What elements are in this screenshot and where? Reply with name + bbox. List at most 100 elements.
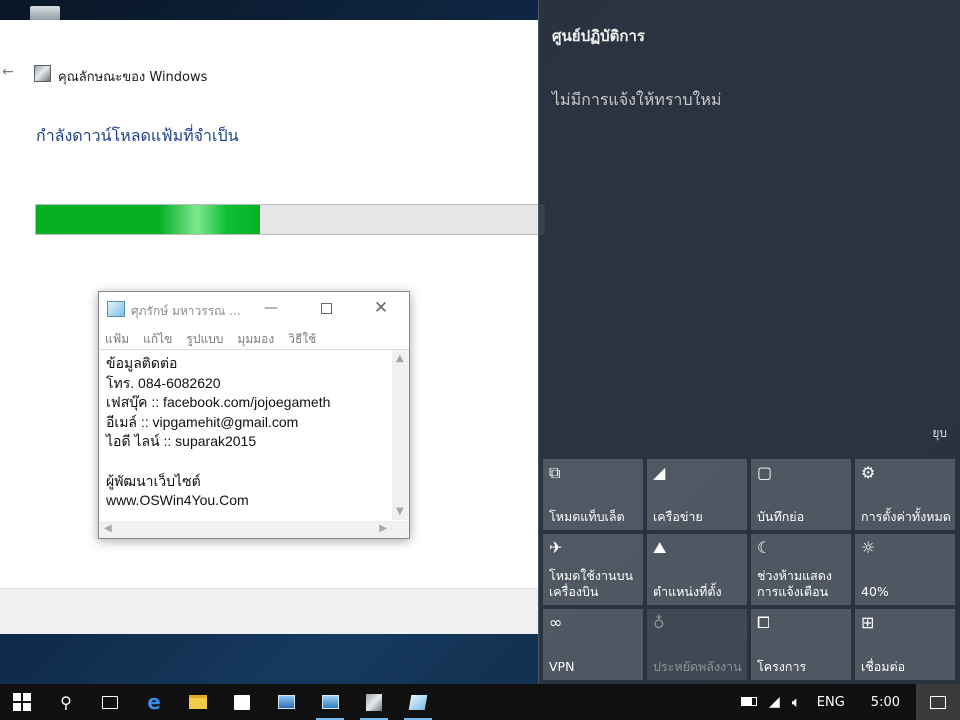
download-heading: กำลังดาวน์โหลดแฟ้มที่จำเป็น	[36, 126, 239, 145]
tile-label: 40%	[861, 584, 889, 599]
search-icon: ⚲	[60, 692, 72, 712]
windows-features-icon	[34, 65, 51, 82]
quick-action-tile[interactable]: ☾ ช่วงห้ามแสดงการแจ้งเตือน	[751, 534, 851, 605]
back-arrow-icon[interactable]: ←	[2, 64, 14, 80]
network-icon: ◢	[653, 463, 666, 482]
volume-icon[interactable]: 🔈︎	[786, 693, 807, 711]
folder-icon	[189, 695, 207, 709]
quick-action-tile[interactable]: ⧠ โครงการ	[751, 609, 851, 680]
task-view-button[interactable]	[88, 684, 132, 720]
search-button[interactable]: ⚲	[44, 684, 88, 720]
progress-fill	[36, 205, 260, 234]
text-line: www.OSWin4You.Com	[106, 492, 249, 509]
tile-label: ประหยัดพลังงาน	[653, 659, 742, 674]
settings-gear-icon: ⚙	[861, 463, 876, 482]
no-notifications-message: ไม่มีการแจ้งให้ทราบใหม่	[552, 90, 722, 109]
control-panel-icon	[321, 695, 339, 709]
edge-button[interactable]: e	[132, 684, 176, 720]
text-line: ข้อมูลติดต่อ	[106, 355, 178, 371]
quick-action-tile[interactable]: ⧉ โหมดแท็บเล็ต	[543, 459, 643, 530]
notepad-titlebar[interactable]: ศุภรักษ์ มหาวรรณ ... — ✕	[99, 292, 409, 325]
text-line: เฟสบุ๊ค :: facebook.com/jojoegameth	[106, 394, 331, 411]
menu-help[interactable]: วิธีใช้	[288, 330, 316, 349]
start-button[interactable]	[0, 684, 44, 720]
minimize-button[interactable]: —	[251, 296, 291, 320]
scrollbar-corner	[392, 521, 409, 538]
text-line	[106, 452, 392, 472]
window-footer	[0, 588, 538, 634]
vertical-scrollbar[interactable]: ▲ ▼	[392, 350, 409, 520]
notepad-taskbar-button[interactable]	[396, 684, 440, 720]
quick-action-tile[interactable]: ♁ ประหยัดพลังงาน	[647, 609, 747, 680]
close-button[interactable]: ✕	[361, 296, 401, 320]
notepad-icon	[107, 301, 125, 317]
text-line: อีเมล์ :: vipgamehit@gmail.com	[106, 413, 299, 430]
notepad-text-area[interactable]: ข้อมูลติดต่อโทร. 084-6082620เฟสบุ๊ค :: f…	[99, 349, 409, 538]
tablet-mode-icon: ⧉	[549, 463, 561, 482]
file-explorer-button[interactable]	[176, 684, 220, 720]
window-title: คุณลักษณะของ Windows	[58, 70, 208, 85]
moon-icon: ☾	[757, 538, 772, 557]
tile-label: บันทึกย่อ	[757, 509, 805, 524]
tile-label: โหมดใช้งานบนเครื่องบิน	[549, 568, 634, 599]
edge-icon: e	[147, 690, 161, 714]
horizontal-scrollbar[interactable]: ◀ ▶	[99, 521, 392, 538]
windows-logo-icon	[13, 693, 31, 711]
windows-features-taskbar-button[interactable]	[352, 684, 396, 720]
tile-label: เชื่อมต่อ	[861, 659, 906, 674]
text-line: ผู้พัฒนาเว็บไซต์	[106, 472, 201, 489]
airplane-icon: ✈	[549, 538, 563, 557]
remote-desktop-button[interactable]	[264, 684, 308, 720]
clock[interactable]: 5:00	[855, 695, 916, 710]
taskbar: ⚲ e ◢ 🔈︎ ENG 5:00	[0, 684, 960, 720]
quick-action-tile[interactable]: ▢ บันทึกย่อ	[751, 459, 851, 530]
collapse-link[interactable]: ยุบ	[932, 424, 947, 443]
task-view-icon	[102, 695, 118, 709]
action-center-panel: ศูนย์ปฏิบัติการ ไม่มีการแจ้งให้ทราบใหม่ …	[538, 0, 960, 684]
tile-label: โครงการ	[757, 659, 807, 674]
tile-label: เครือข่าย	[653, 509, 703, 524]
menu-edit[interactable]: แก้ไข	[143, 330, 172, 349]
notepad-menubar: แฟ้ม แก้ไข รูปแบบ มุมมอง วิธีใช้	[105, 330, 316, 349]
action-center-button[interactable]	[916, 684, 960, 720]
windows-features-taskbar-icon	[366, 693, 382, 711]
quick-action-tile[interactable]: ✈ โหมดใช้งานบนเครื่องบิน	[543, 534, 643, 605]
download-progress-bar	[35, 204, 545, 235]
notification-icon	[930, 695, 946, 709]
project-icon: ⧠	[757, 613, 770, 632]
quick-action-tile[interactable]: ⛰ ตำแหน่งที่ตั้ง	[647, 534, 747, 605]
maximize-button[interactable]	[306, 296, 346, 320]
language-indicator[interactable]: ENG	[807, 695, 855, 710]
scroll-down-icon[interactable]: ▼	[396, 506, 404, 517]
wifi-icon[interactable]: ◢	[763, 694, 786, 710]
tile-label: ช่วงห้ามแสดงการแจ้งเตือน	[757, 568, 833, 599]
store-button[interactable]	[220, 684, 264, 720]
location-icon: ⛰	[653, 538, 667, 557]
text-line: โทร. 084-6082620	[106, 374, 221, 391]
notepad-text[interactable]: ข้อมูลติดต่อโทร. 084-6082620เฟสบุ๊ค :: f…	[106, 354, 392, 511]
store-bag-icon	[234, 694, 250, 710]
quick-action-tile[interactable]: ☼ 40%	[855, 534, 955, 605]
menu-file[interactable]: แฟ้ม	[105, 330, 129, 349]
battery-saver-icon: ♁	[653, 613, 665, 632]
control-panel-taskbar-button[interactable]	[308, 684, 352, 720]
tile-label: VPN	[549, 659, 575, 674]
note-icon: ▢	[757, 463, 773, 482]
vpn-icon: ∞	[549, 613, 563, 632]
menu-format[interactable]: รูปแบบ	[186, 330, 223, 349]
scroll-up-icon[interactable]: ▲	[396, 353, 404, 364]
quick-action-tile[interactable]: ∞ VPN	[543, 609, 643, 680]
scroll-right-icon[interactable]: ▶	[379, 523, 387, 534]
tile-label: ตำแหน่งที่ตั้ง	[653, 584, 722, 599]
quick-action-tile[interactable]: ⚙ การตั้งค่าทั้งหมด	[855, 459, 955, 530]
quick-action-tile[interactable]: ⊞ เชื่อมต่อ	[855, 609, 955, 680]
text-line: ไอดี ไลน์ :: suparak2015	[106, 433, 257, 450]
action-center-title: ศูนย์ปฏิบัติการ	[552, 27, 645, 45]
battery-icon[interactable]	[735, 695, 763, 710]
remote-desktop-icon	[277, 695, 295, 709]
notepad-window: ศุภรักษ์ มหาวรรณ ... — ✕ แฟ้ม แก้ไข รูปแ…	[98, 291, 410, 539]
menu-view[interactable]: มุมมอง	[237, 330, 274, 349]
quick-action-tile[interactable]: ◢ เครือข่าย	[647, 459, 747, 530]
scroll-left-icon[interactable]: ◀	[104, 523, 112, 534]
notepad-title: ศุภรักษ์ มหาวรรณ ...	[131, 304, 241, 318]
